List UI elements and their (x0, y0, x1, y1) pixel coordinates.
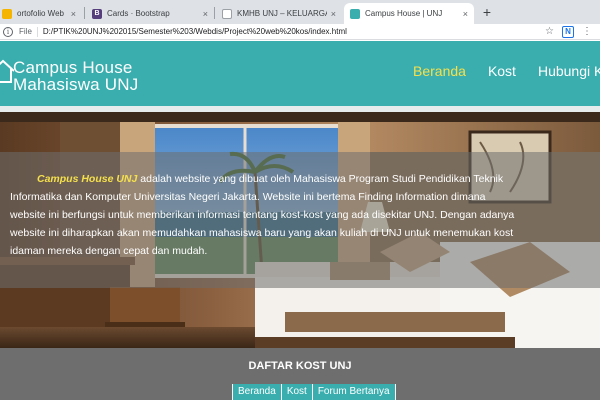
bootstrap-icon: B (92, 8, 102, 19)
nav-hubungi-kami[interactable]: Hubungi Kami (538, 63, 600, 79)
tab-title: Campus House | UNJ (365, 9, 443, 18)
site-brand[interactable]: Campus House Mahasiswa UNJ (13, 59, 138, 93)
intro-brand-name: Campus House UNJ (37, 173, 138, 185)
browser-tab-kmhb[interactable]: KMHB UNJ – KELUARGA MA × (216, 3, 342, 24)
browser-tab-portfolio[interactable]: ortofolio Web × (0, 3, 82, 24)
close-tab-icon[interactable]: × (463, 9, 468, 19)
footer-nav: Beranda Kost Forum Bertanya (232, 384, 396, 400)
campus-house-favicon-icon (350, 8, 360, 19)
close-tab-icon[interactable]: × (203, 9, 208, 19)
new-tab-button[interactable]: + (478, 3, 496, 21)
tab-separator (84, 7, 85, 19)
tab-title: ortofolio Web (17, 9, 64, 18)
extension-icon[interactable]: N (562, 25, 574, 38)
intro-line-3: website ini berfungsi untuk memberikan i… (10, 209, 515, 221)
main-nav: Beranda Kost Hubungi Kami (413, 63, 600, 79)
browser-tab-strip: ortofolio Web × B Cards · Bootstrap × KM… (0, 0, 600, 24)
footer-link-forum-bertanya[interactable]: Forum Bertanya (311, 384, 396, 400)
document-icon (222, 8, 232, 19)
house-logo-icon (0, 59, 14, 83)
nav-beranda[interactable]: Beranda (413, 63, 466, 79)
intro-line-4: website ini diharapkan akan memudahkan m… (10, 227, 514, 239)
footer: DAFTAR KOST UNJ Beranda Kost Forum Berta… (0, 348, 600, 400)
intro-line-2: Informatika dan Komputer Universitas Neg… (10, 191, 486, 203)
footer-link-beranda[interactable]: Beranda (232, 384, 281, 400)
footer-link-kost[interactable]: Kost (280, 384, 312, 400)
info-icon[interactable]: i (3, 26, 13, 37)
tab-title: Cards · Bootstrap (107, 9, 170, 18)
favicon-icon (2, 8, 12, 19)
address-bar: i File D:/PTIK%20UNJ%202015/Semester%203… (0, 24, 600, 40)
tab-separator (214, 7, 215, 19)
hero-section: Campus House UNJ adalah website yang dib… (0, 112, 600, 348)
site-header: Campus House Mahasiswa UNJ Beranda Kost … (0, 41, 600, 106)
nav-kost[interactable]: Kost (488, 63, 516, 79)
url-separator (36, 26, 38, 37)
url-input[interactable]: D:/PTIK%20UNJ%202015/Semester%203/Webdis… (43, 27, 545, 36)
url-scheme-label: File (19, 27, 32, 36)
intro-line-1: adalah website yang dibuat oleh Mahasisw… (137, 173, 504, 185)
browser-tab-cards-bootstrap[interactable]: B Cards · Bootstrap × (86, 3, 214, 24)
footer-title: DAFTAR KOST UNJ (248, 360, 352, 372)
intro-line-5: idaman mereka dengan cepat dan mudah. (10, 245, 208, 257)
brand-line-2: Mahasiswa UNJ (13, 75, 139, 94)
browser-tab-campus-house[interactable]: Campus House | UNJ × (344, 3, 474, 24)
brand-line-1: Campus House (13, 58, 133, 77)
tab-title: KMHB UNJ – KELUARGA MA (237, 9, 327, 18)
bookmark-star-icon[interactable]: ☆ (545, 26, 554, 37)
intro-paragraph: Campus House UNJ adalah website yang dib… (10, 170, 600, 260)
close-tab-icon[interactable]: × (331, 9, 336, 19)
browser-menu-icon[interactable]: ⋮ (582, 26, 592, 37)
close-tab-icon[interactable]: × (71, 9, 76, 19)
